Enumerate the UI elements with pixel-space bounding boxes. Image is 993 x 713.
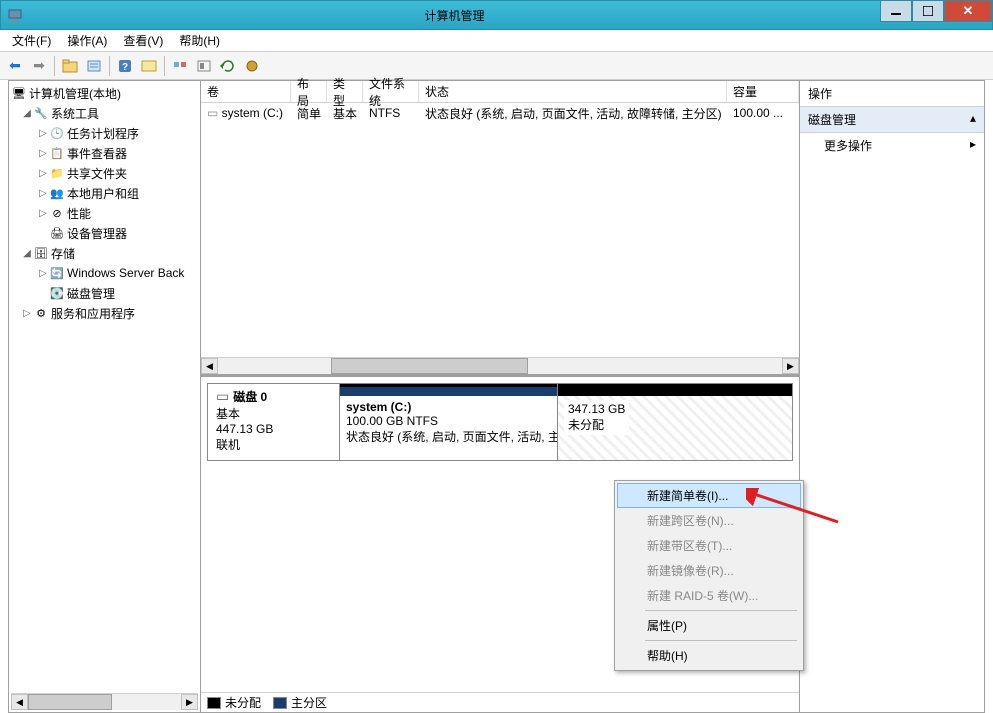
- disk-drive-icon: ▭: [216, 388, 229, 404]
- tree-services-apps[interactable]: ▷ ⚙ 服务和应用程序: [11, 303, 198, 323]
- tree-task-scheduler[interactable]: ▷ 🕒 任务计划程序: [11, 123, 198, 143]
- action-icon-2[interactable]: [193, 55, 215, 77]
- scroll-right-button[interactable]: ▶: [782, 358, 799, 374]
- menu-bar: 文件(F) 操作(A) 查看(V) 帮助(H): [0, 30, 993, 52]
- legend: 未分配 主分区: [201, 692, 799, 712]
- tree-wsb[interactable]: ▷ 🔄 Windows Server Back: [11, 263, 198, 283]
- tools-icon: 🔧: [33, 105, 49, 121]
- perf-icon: ⊘: [49, 205, 65, 221]
- disk-icon: 💽: [49, 285, 65, 301]
- folder-icon[interactable]: [59, 55, 81, 77]
- actions-more[interactable]: 更多操作 ▸: [800, 133, 984, 158]
- toolbar: ⬅ ➡ ?: [0, 52, 993, 80]
- chevron-right-icon: ▸: [970, 137, 976, 154]
- col-status[interactable]: 状态: [419, 81, 727, 102]
- tree-root[interactable]: 🖥 计算机管理(本地): [11, 83, 198, 103]
- col-capacity[interactable]: 容量: [727, 81, 799, 102]
- storage-icon: 🗄: [33, 245, 49, 261]
- settings-icon[interactable]: [241, 55, 263, 77]
- scroll-left-button[interactable]: ◀: [201, 358, 218, 374]
- legend-unallocated-label: 未分配: [225, 694, 261, 711]
- ctx-new-simple-volume[interactable]: 新建简单卷(I)...: [617, 483, 801, 508]
- actions-panel: 操作 磁盘管理 ▴ 更多操作 ▸: [800, 81, 984, 712]
- menu-action[interactable]: 操作(A): [59, 32, 115, 49]
- maximize-button[interactable]: [912, 0, 944, 22]
- tree-disk-mgmt[interactable]: 💽 磁盘管理: [11, 283, 198, 303]
- ctx-new-mirrored-volume: 新建镜像卷(R)...: [617, 558, 801, 583]
- disk-size: 447.13 GB: [216, 422, 331, 436]
- expand-icon[interactable]: ▷: [37, 268, 49, 279]
- view-options-icon[interactable]: [138, 55, 160, 77]
- ctx-new-raid5-volume: 新建 RAID-5 卷(W)...: [617, 583, 801, 608]
- disk-info[interactable]: ▭磁盘 0 基本 447.13 GB 联机: [208, 384, 340, 460]
- ctx-new-striped-volume: 新建带区卷(T)...: [617, 533, 801, 558]
- tree-system-tools[interactable]: ◢ 🔧 系统工具: [11, 103, 198, 123]
- scroll-left-button[interactable]: ◀: [11, 694, 28, 710]
- partition-unallocated[interactable]: 347.13 GB 未分配: [558, 384, 792, 460]
- clock-icon: 🕒: [49, 125, 65, 141]
- disk-row: ▭磁盘 0 基本 447.13 GB 联机 system (C:) 100.00…: [207, 383, 793, 461]
- col-layout[interactable]: 布局: [291, 81, 327, 102]
- volume-row[interactable]: ▭ system (C:) 简单 基本 NTFS 状态良好 (系统, 启动, 页…: [201, 103, 799, 123]
- tree-storage[interactable]: ◢ 🗄 存储: [11, 243, 198, 263]
- expand-icon[interactable]: ▷: [37, 208, 49, 219]
- col-filesystem[interactable]: 文件系统: [363, 81, 419, 102]
- backup-icon: 🔄: [49, 265, 65, 281]
- volume-list-hscrollbar[interactable]: ◀ ▶: [201, 357, 799, 374]
- actions-group-disk-mgmt[interactable]: 磁盘管理 ▴: [800, 107, 984, 133]
- title-bar: 计算机管理 ✕: [0, 0, 993, 30]
- context-menu: 新建简单卷(I)... 新建跨区卷(N)... 新建带区卷(T)... 新建镜像…: [614, 480, 804, 671]
- tree-panel: 🖥 计算机管理(本地) ◢ 🔧 系统工具 ▷ 🕒 任务计划程序 ▷ 📋 事件查看…: [9, 81, 201, 712]
- disk-status: 联机: [216, 436, 331, 453]
- volume-list-body: ▭ system (C:) 简单 基本 NTFS 状态良好 (系统, 启动, 页…: [201, 103, 799, 357]
- ctx-properties[interactable]: 属性(P): [617, 613, 801, 638]
- window-title: 计算机管理: [29, 7, 880, 24]
- legend-primary-label: 主分区: [291, 694, 327, 711]
- disk-type: 基本: [216, 405, 331, 422]
- expand-icon[interactable]: ▷: [21, 308, 33, 319]
- action-icon-1[interactable]: [169, 55, 191, 77]
- chevron-up-icon: ▴: [970, 111, 976, 128]
- svg-text:?: ?: [122, 62, 128, 73]
- volume-list-header: 卷 布局 类型 文件系统 状态 容量: [201, 81, 799, 103]
- collapse-icon[interactable]: ◢: [21, 248, 33, 259]
- properties-icon[interactable]: [83, 55, 105, 77]
- expand-icon[interactable]: ▷: [37, 128, 49, 139]
- tree-local-users[interactable]: ▷ 👥 本地用户和组: [11, 183, 198, 203]
- device-icon: 🖨: [49, 225, 65, 241]
- tree-event-viewer[interactable]: ▷ 📋 事件查看器: [11, 143, 198, 163]
- col-volume[interactable]: 卷: [201, 81, 291, 102]
- tree-shared-folders[interactable]: ▷ 📁 共享文件夹: [11, 163, 198, 183]
- legend-unallocated-box: [207, 697, 221, 709]
- scroll-right-button[interactable]: ▶: [181, 694, 198, 710]
- ctx-help[interactable]: 帮助(H): [617, 643, 801, 668]
- refresh-icon[interactable]: [217, 55, 239, 77]
- legend-primary-box: [273, 697, 287, 709]
- tree-performance[interactable]: ▷ ⊘ 性能: [11, 203, 198, 223]
- help-icon[interactable]: ?: [114, 55, 136, 77]
- back-button[interactable]: ⬅: [4, 55, 26, 77]
- menu-view[interactable]: 查看(V): [115, 32, 171, 49]
- partition-system-c[interactable]: system (C:) 100.00 GB NTFS 状态良好 (系统, 启动,…: [340, 384, 558, 460]
- event-icon: 📋: [49, 145, 65, 161]
- col-type[interactable]: 类型: [327, 81, 363, 102]
- close-button[interactable]: ✕: [944, 0, 992, 22]
- forward-button[interactable]: ➡: [28, 55, 50, 77]
- menu-file[interactable]: 文件(F): [4, 32, 59, 49]
- app-icon: [7, 7, 23, 23]
- ctx-new-spanned-volume: 新建跨区卷(N)...: [617, 508, 801, 533]
- menu-help[interactable]: 帮助(H): [171, 32, 228, 49]
- expand-icon[interactable]: ▷: [37, 168, 49, 179]
- minimize-button[interactable]: [880, 0, 912, 22]
- users-icon: 👥: [49, 185, 65, 201]
- tree-device-manager[interactable]: 🖨 设备管理器: [11, 223, 198, 243]
- actions-header: 操作: [800, 81, 984, 107]
- share-icon: 📁: [49, 165, 65, 181]
- expand-icon[interactable]: ▷: [37, 188, 49, 199]
- computer-icon: 🖥: [11, 85, 27, 101]
- tree-hscrollbar[interactable]: ◀ ▶: [11, 693, 198, 710]
- services-icon: ⚙: [33, 305, 49, 321]
- expand-icon[interactable]: ▷: [37, 148, 49, 159]
- collapse-icon[interactable]: ◢: [21, 108, 33, 119]
